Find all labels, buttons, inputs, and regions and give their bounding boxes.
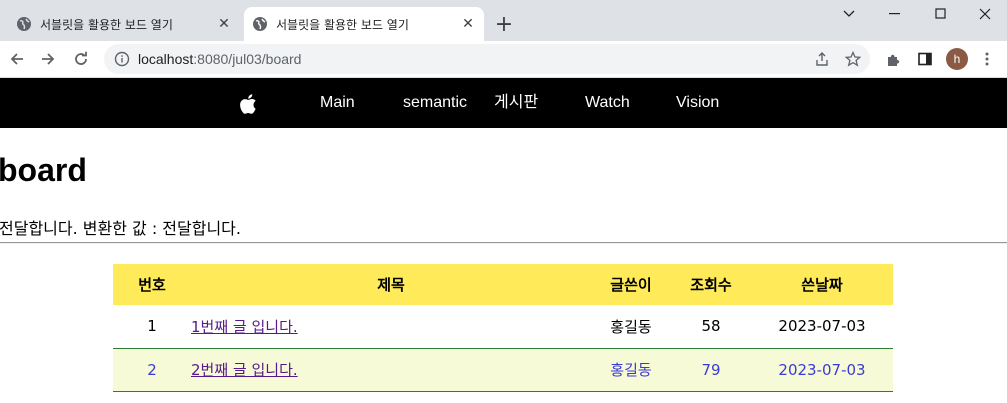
tab-title: 서블릿을 활용한 보드 열기 [276, 17, 409, 32]
header-views: 조회수 [671, 264, 751, 305]
board-table: 번호 제목 글쓴이 조회수 쓴날짜 1 1번째 글 입니다. 홍길동 58 20… [113, 264, 893, 392]
globe-icon [16, 16, 32, 32]
row-writer: 홍길동 [591, 348, 671, 392]
tab-title: 서블릿을 활용한 보드 열기 [40, 17, 173, 32]
new-tab-icon[interactable]: + [492, 12, 516, 37]
url-path: :8080/jul03/board [193, 51, 302, 67]
table-row: 2 2번째 글 입니다. 홍길동 79 2023-07-03 [113, 348, 893, 392]
extensions-icon[interactable] [882, 47, 906, 71]
row-date: 2023-07-03 [751, 348, 893, 392]
nav-item-vision[interactable]: Vision [676, 78, 719, 128]
tab-strip: 서블릿을 활용한 보드 열기 ✕ 서블릿을 활용한 보드 열기 ✕ + [0, 0, 1007, 41]
row-number: 2 [113, 348, 191, 392]
reload-icon[interactable] [69, 47, 93, 71]
row-number: 1 [113, 305, 191, 349]
row-date: 2023-07-03 [751, 305, 893, 349]
nav-item-board[interactable]: 게시판 [494, 78, 538, 128]
browser-tab-active[interactable]: 서블릿을 활용한 보드 열기 ✕ [244, 7, 484, 41]
bookmark-star-icon[interactable] [841, 47, 865, 71]
share-icon[interactable] [810, 47, 834, 71]
globe-icon [252, 16, 268, 32]
site-nav: Main semantic 게시판 Watch Vision [0, 78, 1007, 128]
page-title: board [0, 152, 87, 188]
url-host: localhost [138, 51, 194, 67]
forward-icon[interactable] [36, 47, 60, 71]
header-writer: 글쓴이 [591, 264, 671, 305]
post-title-link[interactable]: 2번째 글 입니다. [191, 361, 298, 379]
menu-kebab-icon[interactable] [975, 47, 999, 71]
row-title-cell: 2번째 글 입니다. [191, 348, 591, 392]
minimize-icon[interactable] [872, 0, 918, 28]
nav-item-semantic[interactable]: semantic [403, 78, 467, 128]
browser-toolbar: localhost:8080/jul03/board [0, 41, 1007, 78]
header-title: 제목 [191, 264, 591, 305]
divider [0, 242, 1007, 244]
browser-tab[interactable]: 서블릿을 활용한 보드 열기 ✕ [8, 7, 240, 41]
nav-item-main[interactable]: Main [320, 78, 355, 128]
row-title-cell: 1번째 글 입니다. [191, 305, 591, 349]
post-title-link[interactable]: 1번째 글 입니다. [191, 318, 298, 336]
nav-item-watch[interactable]: Watch [585, 78, 630, 128]
table-row: 1 1번째 글 입니다. 홍길동 58 2023-07-03 [113, 305, 893, 349]
row-views: 58 [671, 305, 751, 349]
url-text: localhost:8080/jul03/board [138, 51, 301, 67]
site-info-icon[interactable] [114, 51, 130, 67]
back-icon[interactable] [5, 47, 29, 71]
row-writer: 홍길동 [591, 305, 671, 349]
window-close-icon[interactable] [962, 0, 1007, 28]
chevron-down-icon[interactable] [826, 0, 872, 28]
header-date: 쓴날짜 [751, 264, 893, 305]
close-tab-icon[interactable]: ✕ [458, 14, 478, 34]
profile-avatar[interactable]: h [946, 48, 968, 70]
side-panel-icon[interactable] [913, 47, 937, 71]
message-text: 전달합니다. 변환한 값 : 전달합니다. [0, 219, 241, 238]
maximize-icon[interactable] [918, 0, 964, 28]
table-header-row: 번호 제목 글쓴이 조회수 쓴날짜 [113, 264, 893, 305]
close-tab-icon[interactable]: ✕ [214, 14, 234, 34]
header-number: 번호 [113, 264, 191, 305]
row-views: 79 [671, 348, 751, 392]
address-bar[interactable]: localhost:8080/jul03/board [104, 44, 870, 74]
apple-logo-icon[interactable] [238, 92, 260, 114]
